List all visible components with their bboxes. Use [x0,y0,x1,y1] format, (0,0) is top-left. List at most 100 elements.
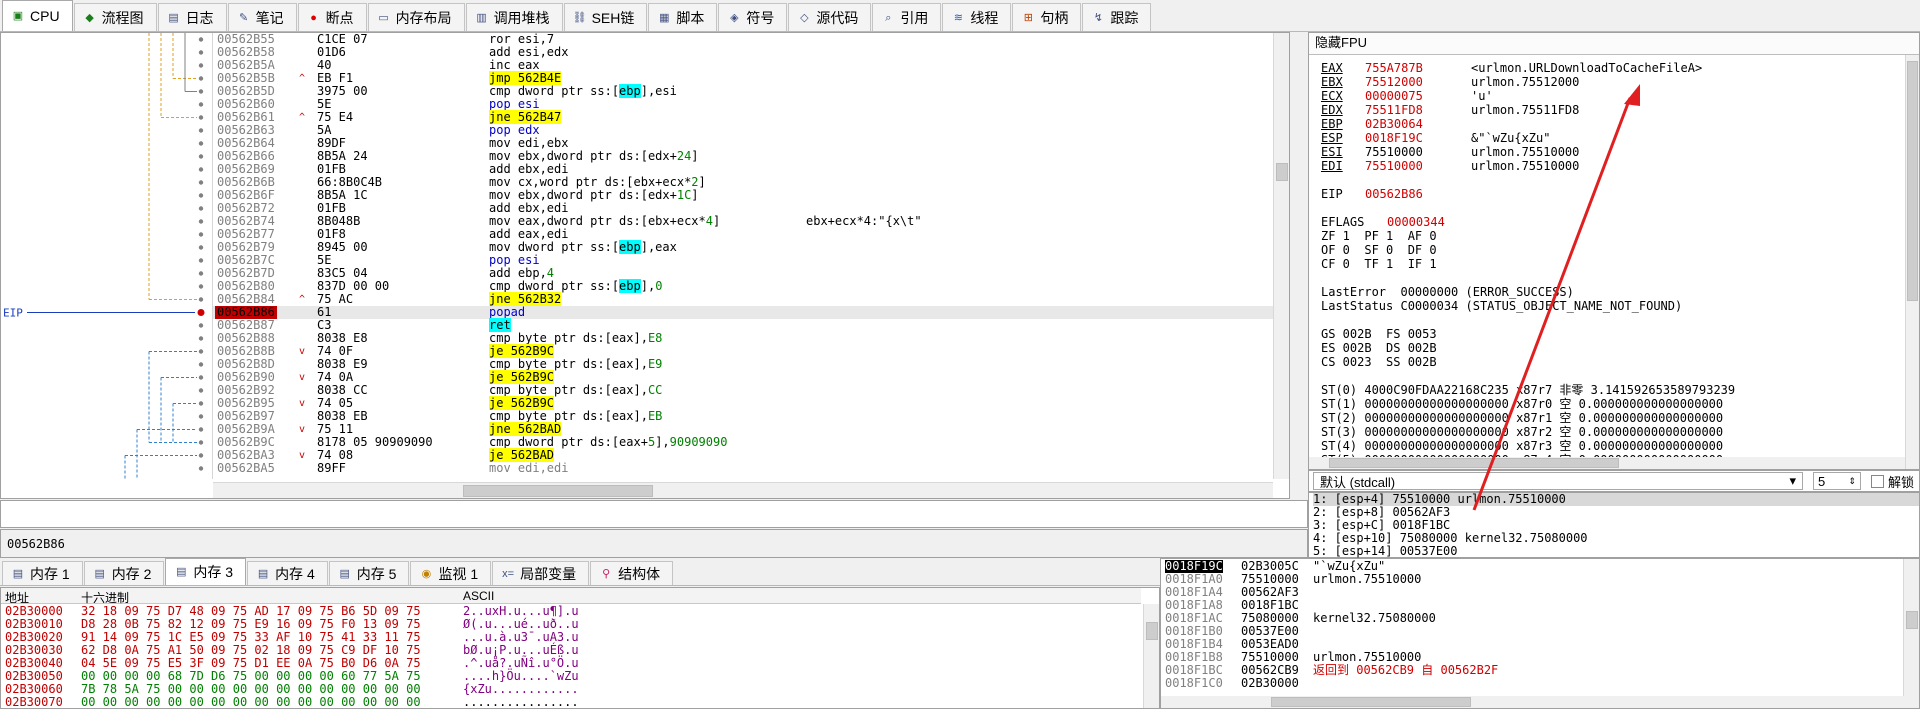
disasm-row[interactable]: 00562B92 8038 CC cmp byte ptr ds:[eax],CC [213,384,1281,397]
scroll-thumb[interactable] [1906,611,1918,629]
tab-graph[interactable]: ◆ 流程图 [73,3,157,31]
breakpoint-dot[interactable] [198,89,204,94]
register-name[interactable]: EBP [1321,117,1343,131]
scroll-thumb[interactable] [463,485,653,497]
disasm-row[interactable]: 00562B84 ^ 75 AC jne 562B32 [213,292,1281,306]
breakpoint-dot[interactable] [198,102,204,107]
register-value[interactable]: 00000075 [1365,89,1423,103]
scroll-thumb[interactable] [1276,163,1288,181]
disasm-row[interactable]: 00562B79 8945 00 mov dword ptr ss:[ebp],ea… [213,240,1281,254]
breakpoint-dot[interactable] [198,37,204,42]
disasm-row[interactable]: 00562B9C 8178 05 90909090 cmp dword ptr ds… [213,436,1281,449]
memory-tab-1[interactable]: ▤ 内存 2 [83,561,165,585]
tab-callstack[interactable]: ▥ 调用堆栈 [465,3,563,31]
memory-dump-view[interactable]: 地址 十六进制 ASCII 02B30000 32 18 09 75 D7 48 … [0,587,1160,709]
fpu-register-line[interactable]: ST(0) 4000C90FDAA22168C235 x87r7 非零 3.14… [1321,383,1735,397]
breakpoint-dot[interactable] [198,388,204,393]
breakpoint-dot[interactable] [198,297,204,302]
disasm-row[interactable]: 00562B7C 5E pop esi [213,254,1281,267]
disasm-row[interactable]: 00562B5D 3975 00 cmp dword ptr ss:[ebp],es… [213,84,1281,98]
register-name[interactable]: EDI [1321,159,1343,173]
tab-references[interactable]: ⌕ 引用 [872,3,942,31]
tab-threads[interactable]: ≋ 线程 [942,3,1012,31]
disasm-row[interactable]: 00562B61 ^ 75 E4 jne 562B47 [213,110,1281,124]
stack-vertical-scrollbar[interactable] [1903,559,1919,708]
breakpoint-dot[interactable] [198,349,204,354]
register-value[interactable]: 75510000 [1365,145,1423,159]
memory-tab-6[interactable]: x= 局部变量 [492,561,590,585]
tab-handles[interactable]: ⊞ 句柄 [1012,3,1082,31]
call-argument-row[interactable]: 5: [esp+14] 00537E00 [1313,545,1919,558]
unlock-checkbox[interactable] [1871,474,1884,488]
disasm-row[interactable]: 00562B64 89DF mov edi,ebx [213,137,1281,150]
arg-count-spinner[interactable]: 5 ⇕ [1813,472,1861,490]
disasm-row[interactable]: 00562BA5 89FF mov edi,edi [213,462,1281,475]
tab-notes[interactable]: ✎ 笔记 [227,3,297,31]
disasm-row[interactable]: 00562B74 8B048B mov eax,dword ptr ds:[ebx+… [213,215,1281,228]
register-name[interactable]: EDX [1321,103,1343,117]
breakpoint-dot[interactable] [198,128,204,133]
disasm-row[interactable]: 00562B8D 8038 E9 cmp byte ptr ds:[eax],E9 [213,358,1281,371]
disasm-row[interactable]: 00562B6B 66:8B0C4B mov cx,word ptr ds:[ebx… [213,176,1281,189]
memory-tab-4[interactable]: ▤ 内存 5 [328,561,410,585]
breakpoint-dot[interactable] [198,375,204,380]
disasm-row[interactable]: 00562B72 01FB add ebx,edi [213,202,1281,215]
stack-horizontal-scrollbar[interactable] [1161,696,1905,708]
breakpoint-dot[interactable] [198,440,204,445]
fpu-register-line[interactable]: ST(4) 00000000000000000000 x87r3 空 0.000… [1321,439,1723,453]
eip-register-value[interactable]: 00562B86 [1365,187,1423,201]
scroll-thumb[interactable] [1271,697,1471,707]
fpu-register-line[interactable]: ST(3) 00000000000000000000 x87r2 空 0.000… [1321,425,1723,439]
disasm-row[interactable]: 00562B55 C1CE 07 ror esi,7 [213,33,1281,46]
tab-log[interactable]: ▤ 日志 [157,3,227,31]
breakpoint-dot[interactable] [198,323,204,328]
breakpoint-dot[interactable] [198,336,204,341]
registers-panel[interactable]: 隐藏FPU EAX 755A787B <urlmon.URLDownloadToCa… [1308,32,1920,470]
breakpoint-dot[interactable] [198,206,204,211]
register-vertical-scrollbar[interactable] [1905,55,1919,469]
register-name[interactable]: EBX [1321,75,1343,89]
disasm-row[interactable]: 00562BA3 v 74 08 je 562BAD [213,448,1281,462]
memory-tab-5[interactable]: ◉ 监视 1 [410,561,492,585]
breakpoint-dot[interactable] [198,427,204,432]
breakpoint-dot[interactable] [198,271,204,276]
register-horizontal-scrollbar[interactable] [1309,457,1905,469]
memory-vertical-scrollbar[interactable] [1143,604,1159,708]
tab-symbols[interactable]: ◈ 符号 [718,3,788,31]
disasm-row[interactable]: 00562B60 5E pop esi [213,98,1281,111]
segment-registers-line[interactable]: GS 002B FS 0053 [1321,327,1437,341]
flags-line[interactable]: CF 0 TF 1 IF 1 [1321,257,1437,271]
tab-source[interactable]: ◇ 源代码 [788,3,872,31]
breakpoint-dot[interactable] [198,141,204,146]
memory-tab-3[interactable]: ▤ 内存 4 [247,561,328,585]
disasm-row[interactable]: 00562B97 8038 EB cmp byte ptr ds:[eax],EB [213,410,1281,423]
stack-view[interactable]: 0018F19C 02B3005C "`wZu{xZu" 0018F1A0 755100… [1160,558,1920,709]
disasm-row[interactable]: 00562B90 v 74 0A je 562B9C [213,370,1281,384]
register-value[interactable]: 75512000 [1365,75,1423,89]
disasm-row[interactable]: 00562B58 01D6 add esi,edx [213,46,1281,59]
breakpoint-dot[interactable] [198,362,204,367]
scroll-thumb[interactable] [1146,622,1158,640]
tab-breakpoint[interactable]: ● 断点 [297,3,367,31]
eflags-value[interactable]: 00000344 [1387,215,1445,229]
tab-seh[interactable]: ⛓ SEH链 [563,3,648,31]
flags-line[interactable]: ZF 1 PF 1 AF 0 [1321,229,1437,243]
breakpoint-dot[interactable] [198,232,204,237]
tab-trace[interactable]: ↯ 跟踪 [1082,3,1152,31]
breakpoint-dot[interactable] [198,180,204,185]
breakpoint-dot[interactable] [198,193,204,198]
register-name[interactable]: ESI [1321,145,1343,159]
fpu-register-line[interactable]: ST(1) 00000000000000000000 x87r0 空 0.000… [1321,397,1723,411]
tab-cpu[interactable]: ▣ CPU [2,0,73,31]
fpu-register-line[interactable]: ST(2) 00000000000000000000 x87r1 空 0.000… [1321,411,1723,425]
scroll-thumb[interactable] [1907,61,1918,301]
disasm-row[interactable]: 00562B6F 8B5A 1C mov ebx,dword ptr ds:[edx… [213,189,1281,202]
register-value[interactable]: 0018F19C [1365,131,1423,145]
breakpoint-dot[interactable] [198,154,204,159]
register-value[interactable]: 75511FD8 [1365,103,1423,117]
breakpoint-dot[interactable] [198,401,204,406]
disassembly-vertical-scrollbar[interactable] [1273,33,1289,479]
scroll-thumb[interactable] [1329,458,1619,468]
breakpoint-dot[interactable] [197,309,205,316]
calling-convention-select[interactable]: 默认 (stdcall) ▾ [1313,472,1803,490]
